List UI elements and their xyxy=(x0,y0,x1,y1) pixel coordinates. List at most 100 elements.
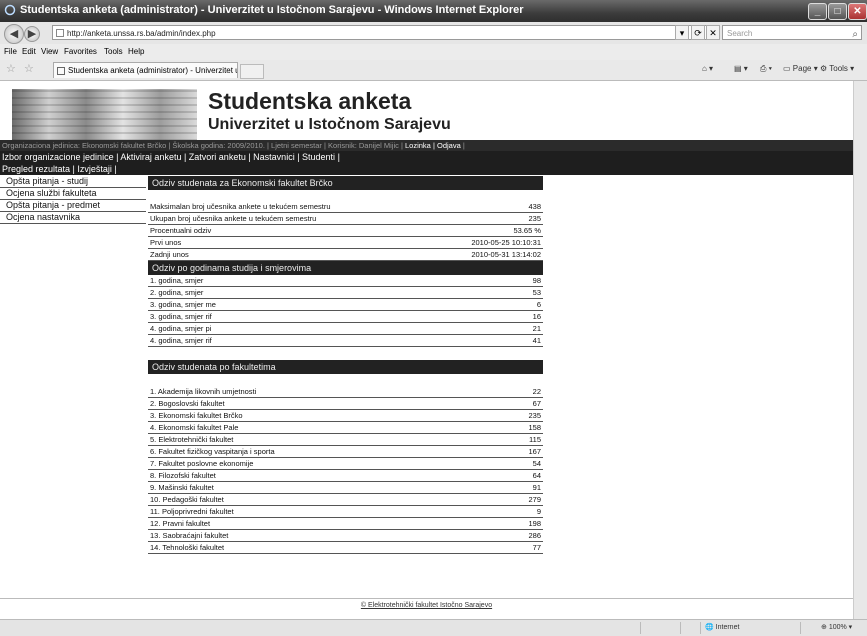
logout-link[interactable]: Odjava xyxy=(437,141,461,150)
maximize-button[interactable]: □ xyxy=(828,3,847,20)
table-row: 4. Ekonomski fakultet Pale 158 xyxy=(148,422,543,434)
add-favorites-icon[interactable]: ☆ xyxy=(24,62,34,75)
new-tab-button[interactable] xyxy=(240,64,264,79)
nav-pregled-rezultata[interactable]: Pregled rezultata xyxy=(2,164,70,174)
section-title-fakulteti: Odziv studenata po fakultetima xyxy=(148,360,543,374)
tabs-bar: ☆ ☆ Studentska anketa (administrator) - … xyxy=(0,60,867,81)
user-info-bar: Organizaciona jedinica: Ekonomski fakult… xyxy=(0,140,853,151)
tab-title: Studentska anketa (administrator) - Univ… xyxy=(68,66,237,75)
menu-favorites[interactable]: Favorites xyxy=(64,47,97,56)
row-label: 4. godina, smjer rif xyxy=(150,336,212,345)
row-label: Maksimalan broj učesnika ankete u tekuće… xyxy=(150,202,331,211)
title-bar: Studentska anketa (administrator) - Univ… xyxy=(0,0,867,22)
feeds-icon[interactable]: ▤ ▾ xyxy=(734,64,748,73)
nav-zatvori-anketu[interactable]: Zatvori anketu xyxy=(189,152,246,162)
sidebar-item-ocjena-nastavnika[interactable]: Ocjena nastavnika xyxy=(0,212,146,224)
favorites-star-icon[interactable]: ☆ xyxy=(6,62,16,75)
sidebar-item-ocjena-sluzbi[interactable]: Ocjena službi fakulteta xyxy=(0,188,146,200)
nav-izbor-organizacione-jedinice[interactable]: Izbor organizacione jedinice xyxy=(2,152,114,162)
menu-file[interactable]: File xyxy=(4,47,17,56)
table-row: 11. Poljoprivredni fakultet 9 xyxy=(148,506,543,518)
sub-nav: Pregled rezultata | Izvještaji | xyxy=(0,163,853,175)
search-input[interactable]: Search ⌕ xyxy=(722,25,862,40)
table-row: 13. Saobraćajni fakultet 286 xyxy=(148,530,543,542)
table-row: 14. Tehnološki fakultet 77 xyxy=(148,542,543,554)
menu-view[interactable]: View xyxy=(41,47,58,56)
row-value: 64 xyxy=(532,471,541,480)
menu-tools[interactable]: Tools xyxy=(104,47,123,56)
row-label: 3. Ekonomski fakultet Brčko xyxy=(150,411,243,420)
search-icon[interactable]: ⌕ xyxy=(852,27,858,42)
nav-studenti[interactable]: Studenti xyxy=(302,152,335,162)
page-viewport: Studentska anketa Univerzitet u Istočnom… xyxy=(0,81,867,619)
table-row: 6. Fakultet fizičkog vaspitanja i sporta… xyxy=(148,446,543,458)
row-label: 4. godina, smjer pi xyxy=(150,324,212,333)
row-value: 53.65 % xyxy=(513,226,541,235)
row-value: 53 xyxy=(532,288,541,297)
tools-menu-label: Tools xyxy=(829,64,848,73)
tab-active[interactable]: Studentska anketa (administrator) - Univ… xyxy=(53,62,238,78)
footer-link[interactable]: © Elektrotehnički fakultet Istočno Saraj… xyxy=(361,602,492,609)
row-value: 22 xyxy=(532,387,541,396)
address-toolbar: ◀ ▶ http://anketa.unssa.rs.ba/admin/inde… xyxy=(0,22,867,44)
stop-icon[interactable]: ✕ xyxy=(706,25,720,40)
forward-button[interactable]: ▶ xyxy=(24,26,40,42)
table-row: 4. godina, smjer rif 41 xyxy=(148,335,543,347)
vertical-scrollbar[interactable] xyxy=(853,81,867,619)
zoom-control[interactable]: ⊕ 100% ▾ xyxy=(800,622,867,634)
row-value: 235 xyxy=(528,214,541,223)
menu-edit[interactable]: Edit xyxy=(22,47,36,56)
row-value: 438 xyxy=(528,202,541,211)
tools-menu[interactable]: ⚙ Tools ▾ xyxy=(820,64,854,73)
table-row: 1. Akademija likovnih umjetnosti 22 xyxy=(148,386,543,398)
row-label: 2. godina, smjer xyxy=(150,288,204,297)
nav-izvjestaji[interactable]: Izvještaji xyxy=(77,164,112,174)
page-menu-label: Page xyxy=(792,64,812,73)
home-icon[interactable]: ⌂ ▾ xyxy=(702,64,713,73)
zoom-text: 100% xyxy=(828,624,847,631)
search-placeholder: Search xyxy=(727,29,753,38)
table-row: 10. Pedagoški fakultet 279 xyxy=(148,494,543,506)
window-title: Studentska anketa (administrator) - Univ… xyxy=(20,4,524,16)
row-label: Procentualni odziv xyxy=(150,226,212,235)
row-value: 98 xyxy=(532,276,541,285)
status-seg xyxy=(680,622,701,634)
row-value: 2010-05-31 13:14:02 xyxy=(471,250,541,259)
table-row: 9. Mašinski fakultet 91 xyxy=(148,482,543,494)
row-label: 2. Bogoslovski fakultet xyxy=(150,399,225,408)
section-title-godine: Odziv po godinama studija i smjerovima xyxy=(148,261,543,275)
refresh-icon[interactable]: ⟳ xyxy=(691,25,705,40)
info-end: | xyxy=(460,141,465,150)
nav-aktiviraj-anketu[interactable]: Aktiviraj anketu xyxy=(120,152,181,162)
browser-window: Studentska anketa (administrator) - Univ… xyxy=(0,0,867,636)
print-icon[interactable]: ⎙ ▾ xyxy=(760,64,772,74)
sidebar-item-opsta-pitanja-predmet[interactable]: Opšta pitanja - predmet xyxy=(0,200,146,212)
minimize-button[interactable]: _ xyxy=(808,3,827,20)
back-button[interactable]: ◀ xyxy=(4,24,24,44)
address-input[interactable]: http://anketa.unssa.rs.ba/admin/index.ph… xyxy=(52,25,707,40)
row-value: 167 xyxy=(528,447,541,456)
password-link[interactable]: Lozinka xyxy=(405,141,431,150)
table-row: Maksimalan broj učesnika ankete u tekuće… xyxy=(148,201,543,213)
row-label: 7. Fakultet poslovne ekonomije xyxy=(150,459,254,468)
page-menu[interactable]: ▭ Page ▾ xyxy=(783,64,818,73)
row-label: 10. Pedagoški fakultet xyxy=(150,495,224,504)
sidebar-item-opsta-pitanja-studij[interactable]: Opšta pitanja - studij xyxy=(0,176,146,188)
row-label: Zadnji unos xyxy=(150,250,189,259)
nav-nastavnici[interactable]: Nastavnici xyxy=(253,152,295,162)
close-button[interactable]: ✕ xyxy=(848,3,867,20)
user-info-text: Organizaciona jedinica: Ekonomski fakult… xyxy=(2,141,405,150)
menu-help[interactable]: Help xyxy=(128,47,144,56)
address-dropdown-button[interactable]: ▾ xyxy=(675,25,689,40)
sidebar: Opšta pitanja - studij Ocjena službi fak… xyxy=(0,176,146,224)
table-row: 4. godina, smjer pi 21 xyxy=(148,323,543,335)
page-icon xyxy=(56,29,64,37)
row-label: Prvi unos xyxy=(150,238,182,247)
table-row: 3. godina, smjer rif 16 xyxy=(148,311,543,323)
row-value: 67 xyxy=(532,399,541,408)
row-label: 3. godina, smjer rif xyxy=(150,312,212,321)
table-row: 3. Ekonomski fakultet Brčko 235 xyxy=(148,410,543,422)
row-label: 1. Akademija likovnih umjetnosti xyxy=(150,387,257,396)
row-label: 3. godina, smjer me xyxy=(150,300,216,309)
